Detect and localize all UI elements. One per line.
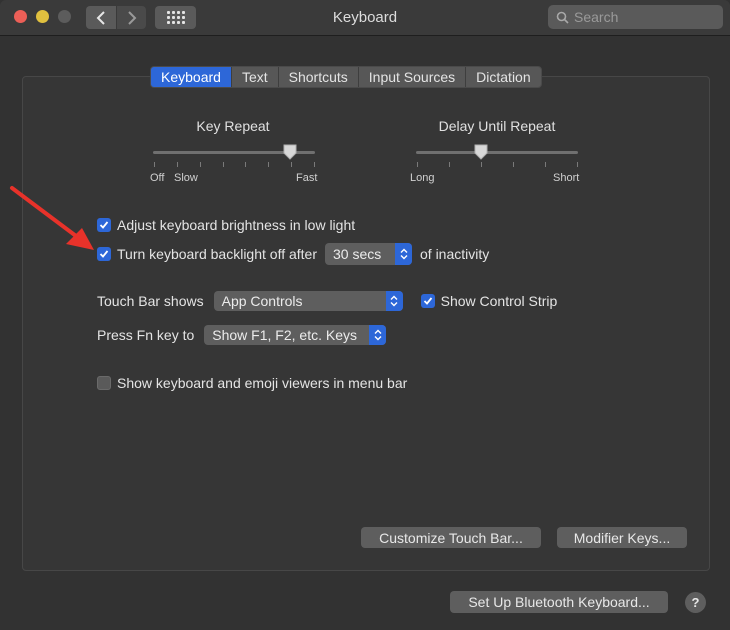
backlight-timeout-value: 30 secs <box>333 246 382 262</box>
slider-tick <box>154 162 155 167</box>
backlight-off-label: Turn keyboard backlight off after <box>117 246 317 262</box>
fn-key-popup[interactable]: Show F1, F2, etc. Keys <box>204 325 387 345</box>
adjust-brightness-checkbox[interactable] <box>97 218 111 232</box>
touch-bar-popup[interactable]: App Controls <box>213 291 403 311</box>
preferences-window: Keyboard Keyboard Text Shortcuts Input S… <box>0 0 730 630</box>
tab-bar: Keyboard Text Shortcuts Input Sources Di… <box>150 66 542 88</box>
tab-input-sources[interactable]: Input Sources <box>359 67 467 87</box>
delay-until-repeat-slider-knob[interactable] <box>474 144 488 160</box>
slider-tick <box>314 162 315 167</box>
key-repeat-slider-knob[interactable] <box>283 144 297 160</box>
slider-tick <box>417 162 418 167</box>
fn-key-label: Press Fn key to <box>97 327 195 343</box>
delay-short-label: Short <box>553 172 580 184</box>
key-repeat-slow-label: Slow <box>174 172 198 184</box>
key-repeat-off-label: Off <box>150 172 165 184</box>
red-arrow-icon <box>10 186 94 250</box>
search-icon <box>556 11 569 24</box>
tab-content-panel <box>22 76 710 571</box>
updown-chevron-icon <box>369 325 387 345</box>
fn-key-value: Show F1, F2, etc. Keys <box>212 327 357 343</box>
slider-tick <box>268 162 270 167</box>
emoji-viewers-label: Show keyboard and emoji viewers in menu … <box>117 375 408 391</box>
backlight-suffix-label: of inactivity <box>420 246 490 262</box>
key-repeat-title: Key Repeat <box>196 118 270 134</box>
tab-text[interactable]: Text <box>232 67 279 87</box>
show-control-strip-label: Show Control Strip <box>440 293 558 309</box>
delay-until-repeat-track[interactable] <box>416 151 578 154</box>
slider-tick <box>222 162 224 167</box>
slider-tick <box>199 162 201 167</box>
tab-dictation[interactable]: Dictation <box>466 67 540 87</box>
backlight-timeout-popup[interactable]: 30 secs <box>325 243 412 265</box>
emoji-viewers-checkbox[interactable] <box>97 376 111 390</box>
key-repeat-fast-label: Fast <box>296 172 318 184</box>
touch-bar-row: Touch Bar shows App Controls Show Contro… <box>97 291 557 311</box>
tab-keyboard[interactable]: Keyboard <box>151 67 232 87</box>
search-input[interactable] <box>574 9 714 25</box>
slider-tick <box>176 162 178 167</box>
slider-tick <box>245 162 247 167</box>
slider-tick <box>291 162 293 167</box>
delay-long-label: Long <box>410 172 435 184</box>
backlight-off-checkbox[interactable] <box>97 247 111 261</box>
backlight-off-row: Turn keyboard backlight off after 30 sec… <box>97 243 489 265</box>
updown-chevron-icon <box>395 243 412 265</box>
checkmark-icon <box>99 250 109 258</box>
modifier-keys-button[interactable]: Modifier Keys... <box>557 527 687 548</box>
tab-shortcuts[interactable]: Shortcuts <box>279 67 359 87</box>
titlebar: Keyboard <box>0 0 730 36</box>
slider-tick <box>577 162 578 167</box>
touch-bar-label: Touch Bar shows <box>97 293 204 309</box>
delay-until-repeat-title: Delay Until Repeat <box>438 118 556 134</box>
slider-tick <box>545 162 546 167</box>
touch-bar-value: App Controls <box>221 293 303 309</box>
slider-tick <box>481 162 482 167</box>
emoji-viewers-row[interactable]: Show keyboard and emoji viewers in menu … <box>97 375 407 391</box>
help-button[interactable]: ? <box>685 592 706 613</box>
adjust-brightness-row[interactable]: Adjust keyboard brightness in low light <box>97 217 355 233</box>
setup-bluetooth-keyboard-button[interactable]: Set Up Bluetooth Keyboard... <box>450 591 668 613</box>
customize-touch-bar-button[interactable]: Customize Touch Bar... <box>361 527 541 548</box>
fn-key-row: Press Fn key to Show F1, F2, etc. Keys <box>97 325 387 345</box>
show-control-strip-checkbox[interactable] <box>420 294 435 308</box>
slider-tick <box>449 162 450 167</box>
checkmark-icon <box>423 297 432 305</box>
adjust-brightness-label: Adjust keyboard brightness in low light <box>117 217 356 233</box>
slider-tick <box>513 162 514 167</box>
search-field[interactable] <box>548 5 723 29</box>
checkmark-icon <box>99 221 109 229</box>
updown-chevron-icon <box>385 291 403 311</box>
